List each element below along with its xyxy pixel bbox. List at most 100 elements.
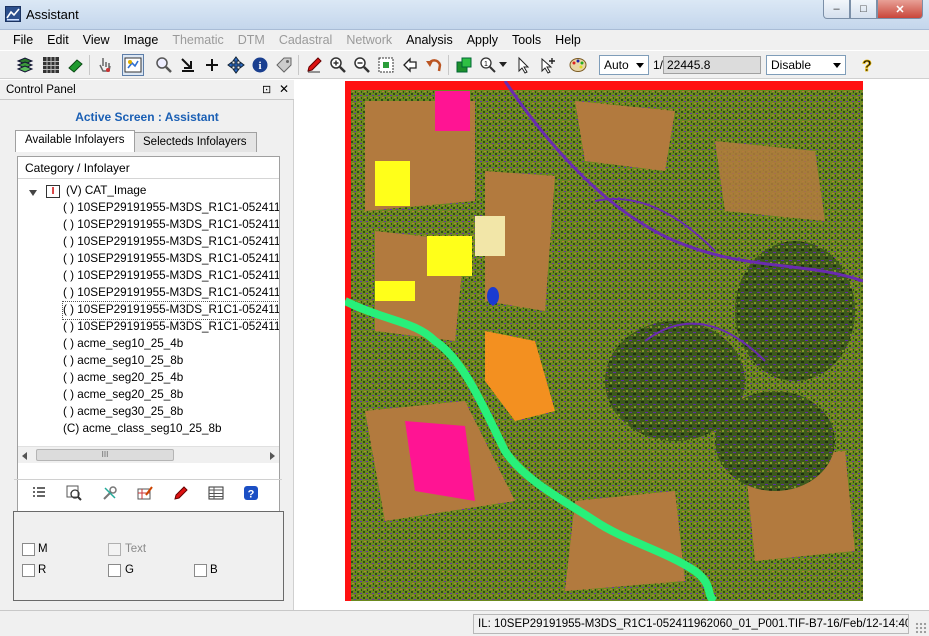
export-icon[interactable] [453,54,475,76]
menu-thematic[interactable]: Thematic [165,33,230,47]
chevron-down-icon [636,63,644,68]
list-item-selected[interactable]: ( ) 10SEP29191955-M3DS_R1C1-05241196 [61,301,279,320]
image-category-icon: I [46,185,60,198]
close-button[interactable]: ✕ [877,0,923,19]
list-item[interactable]: ( ) 10SEP29191955-M3DS_R1C1-05241196 [63,200,279,217]
grid-icon[interactable] [40,54,62,76]
panel-toolbar: ? [14,479,282,505]
select-tool-icon[interactable] [122,54,144,76]
window-title: Assistant [26,7,79,22]
magnify-dropdown-arrow[interactable] [497,54,509,76]
checkbox-m-label: M [38,543,48,555]
menu-image[interactable]: Image [117,33,166,47]
zoom-mode-value: Auto [604,58,629,72]
list-icon[interactable] [30,484,48,502]
info-icon[interactable]: i [249,54,271,76]
star-pointer-icon[interactable] [513,54,535,76]
checkbox-b[interactable] [194,564,207,577]
minimize-button[interactable]: – [823,0,850,19]
list-item[interactable]: ( ) acme_seg30_25_8b [63,404,183,421]
menu-view[interactable]: View [76,33,117,47]
menu-dtm[interactable]: DTM [231,33,272,47]
close-panel-icon[interactable]: ✕ [279,82,289,96]
list-item[interactable]: ( ) 10SEP29191955-M3DS_R1C1-05241196 [63,217,279,234]
plus-icon[interactable] [201,54,223,76]
svg-text:?: ? [248,489,255,501]
scroll-thumb[interactable]: III [36,449,174,461]
list-item[interactable]: ( ) acme_seg20_25_4b [63,370,183,387]
checkbox-r[interactable] [22,564,35,577]
scroll-left-icon[interactable] [22,452,27,460]
menu-edit[interactable]: Edit [40,33,76,47]
zoom-box-icon[interactable] [375,54,397,76]
hand-pointer-icon[interactable] [94,54,116,76]
checkbox-g-label: G [125,564,134,576]
checkbox-text[interactable] [108,543,121,556]
magnify-level-icon[interactable]: 1 [477,54,499,76]
list-item[interactable]: ( ) 10SEP29191955-M3DS_R1C1-05241196 [63,285,279,302]
zoom-mode-select[interactable]: Auto [599,55,649,75]
checkbox-m[interactable] [22,543,35,556]
status-text: IL: 10SEP29191955-M3DS_R1C1-052411962060… [473,614,909,634]
pencil-icon[interactable] [172,484,190,502]
pan-icon[interactable] [225,54,247,76]
maximize-button[interactable]: □ [850,0,877,19]
list-item[interactable]: ( ) 10SEP29191955-M3DS_R1C1-05241196 [63,268,279,285]
svg-text:?: ? [862,58,872,74]
menu-tools[interactable]: Tools [505,33,548,47]
list-item[interactable]: ( ) 10SEP29191955-M3DS_R1C1-05241196 [63,234,279,251]
list-item[interactable]: ( ) acme_seg10_25_8b [63,353,183,370]
tab-available-infolayers[interactable]: Available Infolayers [15,130,135,152]
layers-icon[interactable] [14,54,36,76]
chevron-down-icon [833,63,841,68]
tree-column-header[interactable]: Category / Infolayer [18,157,279,179]
zoom-layer-icon[interactable] [65,484,83,502]
list-item[interactable]: ( ) 10SEP29191955-M3DS_R1C1-05241196 [63,319,279,336]
classified-satellite-image[interactable] [345,81,863,601]
checkbox-g[interactable] [108,564,121,577]
menu-help[interactable]: Help [548,33,588,47]
scroll-right-icon[interactable] [270,452,275,460]
menu-network[interactable]: Network [339,33,399,47]
tag-icon[interactable] [273,54,295,76]
map-viewport[interactable] [296,80,929,610]
zoom-in-icon[interactable] [327,54,349,76]
undo-icon[interactable] [423,54,445,76]
display-mode-select[interactable]: Disable [766,55,846,75]
collapse-arrow-icon[interactable] [29,190,37,196]
list-item[interactable]: ( ) acme_seg10_25_4b [63,336,183,353]
title-bar: Assistant – □ ✕ [0,0,929,30]
list-item[interactable]: ( ) acme_seg20_25_8b [63,387,183,404]
menu-analysis[interactable]: Analysis [399,33,460,47]
scale-input[interactable]: 22445.8 [663,56,761,74]
menu-apply[interactable]: Apply [460,33,505,47]
arrow-down-right-icon[interactable] [177,54,199,76]
svg-text:i: i [258,60,261,72]
tools-icon[interactable] [101,484,119,502]
palette-icon[interactable] [567,54,589,76]
window-controls: – □ ✕ [823,0,923,20]
back-icon[interactable] [399,54,421,76]
checkbox-text-label: Text [125,543,147,555]
help-icon[interactable]: ? [856,54,878,76]
pin-icon[interactable]: ⊡ [262,83,271,96]
resize-grip-icon[interactable] [915,622,927,634]
table-edit-icon[interactable] [136,484,154,502]
status-bar: IL: 10SEP29191955-M3DS_R1C1-052411962060… [0,610,929,636]
magnifier-icon[interactable] [153,54,175,76]
eraser-icon[interactable] [64,54,86,76]
horizontal-scrollbar[interactable]: III [18,446,279,463]
menu-cadastral[interactable]: Cadastral [272,33,340,47]
list-item[interactable]: ( ) 10SEP29191955-M3DS_R1C1-05241196 [63,251,279,268]
pencil-icon[interactable] [303,54,325,76]
help-icon[interactable]: ? [242,484,260,502]
zoom-out-icon[interactable] [351,54,373,76]
band-selection-box: M Text R G B [13,511,284,601]
list-item[interactable]: (C) acme_class_seg10_25_8b [63,421,222,438]
category-cat-image[interactable]: (V) CAT_Image [66,183,146,200]
table-icon[interactable] [207,484,225,502]
tab-selected-infolayers[interactable]: Selecteds Infolayers [133,132,257,152]
pointer-plus-icon[interactable] [537,54,559,76]
active-screen-label: Active Screen : Assistant [75,110,219,124]
menu-file[interactable]: File [6,33,40,47]
